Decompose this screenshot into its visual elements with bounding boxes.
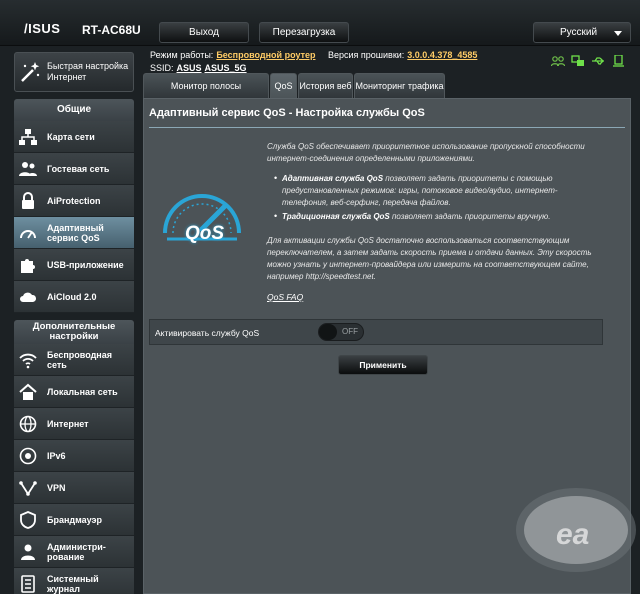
sidebar-item-vpn[interactable]: VPN [14, 472, 134, 504]
sidebar-item-label: Адаптивный сервис QoS [47, 223, 104, 243]
sidebar-item-internet[interactable]: Интернет [14, 408, 134, 440]
ipv6-icon [19, 447, 37, 465]
wizard-icon [19, 60, 41, 84]
toggle-knob [319, 324, 337, 340]
enable-qos-label: Активировать службу QoS [155, 328, 260, 338]
home-icon [19, 383, 37, 401]
bullet-icon: • [274, 173, 278, 183]
ssid-row: SSID: ASUS ASUS_5G [150, 63, 247, 73]
wan-status-icon[interactable] [611, 54, 625, 67]
sidebar-item-usb-app[interactable]: USB-приложение [14, 249, 134, 281]
speedometer-icon [19, 224, 37, 242]
sidebar-item-label: AiProtection [47, 196, 101, 206]
sidebar-item-aicloud[interactable]: AiCloud 2.0 [14, 281, 134, 313]
sidebar-item-label: Карта сети [47, 132, 95, 142]
qos-intro-text: Служба QoS обеспечивает приоритетное исп… [267, 142, 585, 163]
clients-icon[interactable] [550, 54, 566, 67]
sidebar-item-label: Гостевая сеть [47, 164, 110, 174]
enable-qos-row: Активировать службу QoS OFF [149, 319, 603, 345]
lock-icon [19, 192, 37, 210]
traditional-qos-text: позволяет задать приоритеты вручную. [389, 212, 551, 221]
bullet-traditional-qos: Традиционная служба QoS позволяет задать… [282, 211, 597, 223]
guest-network-icon [19, 160, 37, 178]
sidebar-item-label: VPN [47, 483, 66, 493]
network-map-icon [19, 128, 37, 146]
firewall-icon [19, 511, 37, 529]
tab-traffic-monitor[interactable]: Мониторинг трафика [354, 73, 445, 98]
adaptive-qos-title: Адаптивная служба QoS [282, 174, 384, 183]
chevron-down-icon [614, 31, 622, 36]
bullet-icon: • [274, 211, 278, 221]
mode-label: Режим работы: [150, 50, 214, 60]
advanced-section-title: Дополнительные настройки [14, 320, 134, 344]
operation-mode-row: Режим работы: Беспроводной роутер Версия … [150, 50, 477, 60]
sidebar-item-wireless[interactable]: Беспроводная сеть [14, 344, 134, 376]
logout-button[interactable]: Выход [159, 22, 249, 43]
general-section-title: Общие [14, 99, 134, 121]
sidebar-item-network-map[interactable]: Карта сети [14, 121, 134, 153]
title-divider [149, 127, 625, 128]
puzzle-icon [19, 256, 37, 274]
language-value: Русский [560, 27, 598, 38]
traditional-qos-title: Традиционная служба QoS [282, 212, 390, 221]
bullet-adaptive-qos: Адаптивная служба QoS позволяет задать п… [282, 173, 597, 209]
sidebar-item-label: Брандмауэр [47, 515, 103, 525]
globe-icon [19, 415, 37, 433]
qos-activation-text: Для активации службы QoS достаточно восп… [267, 236, 592, 281]
tab-qos[interactable]: QoS [270, 73, 297, 98]
admin-icon [19, 543, 37, 561]
sidebar-item-label: Беспроводная сеть [47, 350, 112, 370]
mode-value-link[interactable]: Беспроводной роутер [216, 50, 315, 60]
quick-setup-label: Быстрая настройка Интернет [47, 61, 129, 82]
toggle-state: OFF [342, 327, 358, 336]
quick-internet-setup-button[interactable]: Быстрая настройка Интернет [14, 52, 134, 92]
sidebar-item-aiprotection[interactable]: AiProtection [14, 185, 134, 217]
network-status-icon[interactable] [571, 54, 585, 66]
sidebar-item-ipv6[interactable]: IPv6 [14, 440, 134, 472]
sidebar-item-label: IPv6 [47, 451, 66, 461]
sidebar-item-label: Интернет [47, 419, 89, 429]
ssid-label: SSID: [150, 63, 174, 73]
sidebar-item-adaptive-qos[interactable]: Адаптивный сервис QoS [14, 217, 134, 249]
sidebar-item-administration[interactable]: Администри-рование [14, 536, 134, 568]
tab-web-history[interactable]: История веб [298, 73, 353, 98]
sidebar-item-label: Локальная сеть [47, 387, 118, 397]
reboot-button[interactable]: Перезагрузка [259, 22, 349, 43]
ssid-2g[interactable]: ASUS [177, 63, 202, 73]
sidebar-item-label: AiCloud 2.0 [47, 292, 97, 302]
firmware-link[interactable]: 3.0.0.4.378_4585 [407, 50, 477, 60]
sidebar-item-label: USB-приложение [47, 260, 124, 270]
svg-text:ea: ea [556, 518, 589, 551]
router-model: RT-AC68U [82, 23, 141, 37]
qos-logo: QoS [159, 173, 245, 259]
wireless-icon [19, 351, 37, 369]
ssid-5g[interactable]: ASUS_5G [205, 63, 247, 73]
vpn-icon [19, 479, 37, 497]
enable-qos-toggle[interactable]: OFF [318, 323, 364, 341]
qos-faq-link[interactable]: QoS FAQ [267, 292, 303, 302]
qos-logo-text: QoS [185, 223, 225, 244]
usb-icon[interactable] [591, 54, 605, 66]
page-title: Адаптивный сервис QoS - Настройка службы… [149, 107, 425, 119]
sidebar-item-guest-network[interactable]: Гостевая сеть [14, 153, 134, 185]
apply-button[interactable]: Применить [338, 355, 428, 375]
language-select[interactable]: Русский [533, 22, 631, 43]
sidebar-item-label: Системный журнал [47, 574, 99, 594]
log-icon [19, 575, 37, 593]
firmware-label: Версия прошивки: [328, 50, 405, 60]
watermark-logo: ea [512, 484, 640, 576]
sidebar-item-firewall[interactable]: Брандмауэр [14, 504, 134, 536]
sidebar-item-system-log[interactable]: Системный журнал [14, 568, 134, 594]
sidebar-item-label: Администри-рование [47, 542, 106, 562]
sidebar-item-lan[interactable]: Локальная сеть [14, 376, 134, 408]
cloud-icon [19, 288, 37, 306]
brand-logo: /ISUS [24, 21, 61, 36]
tab-bandwidth-monitor[interactable]: Монитор полосы пропускания [143, 73, 269, 115]
